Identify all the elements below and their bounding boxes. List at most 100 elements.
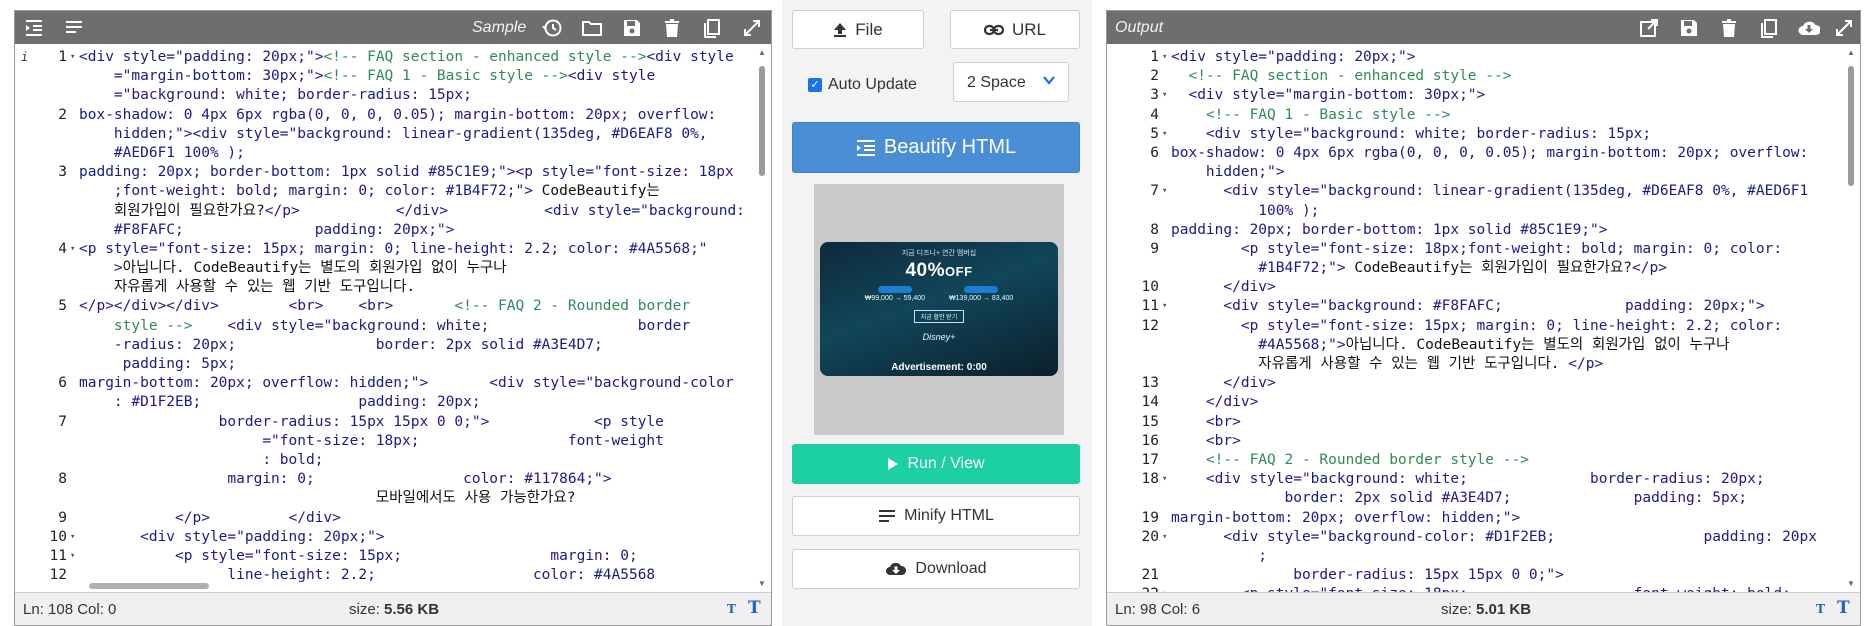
code-line[interactable]: ;font-weight: bold; margin: 0; color: #1…: [15, 182, 753, 201]
auto-update-checkbox[interactable]: ✓ Auto Update: [808, 76, 917, 94]
code-line[interactable]: 14 </div>: [1107, 393, 1842, 412]
wrap-lines-icon[interactable]: [63, 17, 85, 39]
code-line[interactable]: 3 ▾ <div style="margin-bottom: 30px;">: [1107, 86, 1842, 105]
fold-arrow-icon[interactable]: ▾: [1162, 528, 1167, 547]
output-code-editor[interactable]: 1 ▾ <div style="padding: 20px;"> 2 <!-- FAQ…: [1107, 44, 1860, 592]
code-line[interactable]: >아닙니다. CodeBeautify는 별도의 회원가입 없이 누구나: [15, 259, 753, 278]
font-decrease-icon[interactable]: T: [727, 602, 736, 616]
ad-cta-button[interactable]: 지금 할인 받기: [913, 310, 965, 323]
scroll-down-icon[interactable]: ▼: [758, 579, 766, 588]
fold-arrow-icon[interactable]: ▾: [1162, 182, 1167, 201]
code-line[interactable]: 12 <p style="font-size: 15px; margin: 0;…: [1107, 317, 1842, 336]
code-line[interactable]: 2 box-shadow: 0 4px 6px rgba(0, 0, 0, 0.0…: [15, 106, 753, 125]
fold-arrow-icon[interactable]: ▾: [1162, 585, 1167, 592]
fold-arrow-icon[interactable]: ▾: [70, 547, 75, 566]
trash-icon[interactable]: [1718, 17, 1740, 39]
code-line[interactable]: ="font-size: 18px; font-weight: [15, 432, 753, 451]
scroll-up-icon[interactable]: ▲: [1847, 48, 1855, 57]
history-icon[interactable]: [541, 17, 563, 39]
save-icon[interactable]: [1678, 17, 1700, 39]
code-line[interactable]: 10 ▾ <div style="padding: 20px;">: [15, 528, 753, 547]
copy-icon[interactable]: [1758, 17, 1780, 39]
font-increase-icon[interactable]: T: [1837, 598, 1850, 618]
code-line[interactable]: #AED6F1 100% );: [15, 144, 753, 163]
code-line[interactable]: 회원가입이 필요한가요?</p> </div> <div style="back…: [15, 202, 753, 221]
code-line[interactable]: style --> <div style="background: white;…: [15, 317, 753, 336]
code-line[interactable]: 2 <!-- FAQ section - enhanced style -->: [1107, 67, 1842, 86]
fold-arrow-icon[interactable]: ▾: [70, 48, 75, 67]
code-line[interactable]: #F8FAFC; padding: 20px;">: [15, 221, 753, 240]
fold-arrow-icon[interactable]: ▾: [1162, 470, 1167, 489]
code-line[interactable]: 7 ▾ <div style="background: linear-gradie…: [1107, 182, 1842, 201]
code-line[interactable]: 100% );: [1107, 202, 1842, 221]
file-button[interactable]: File: [792, 10, 924, 49]
input-code-editor[interactable]: i 1 ▾ <div style="padding: 20px;"><!-- FAQ …: [15, 44, 771, 592]
beautify-button[interactable]: Beautify HTML: [792, 122, 1080, 173]
fold-arrow-icon[interactable]: ▾: [70, 240, 75, 259]
code-line[interactable]: 8 padding: 20px; border-bottom: 1px solid…: [1107, 221, 1842, 240]
code-line[interactable]: ;: [1107, 547, 1842, 566]
vertical-scrollbar[interactable]: ▲ ▼: [1846, 48, 1856, 588]
code-line[interactable]: 5 ▾ <div style="background: white; border…: [1107, 125, 1842, 144]
horizontal-scrollbar[interactable]: [79, 580, 753, 590]
code-line[interactable]: 11 ▾ <p style="font-size: 15px; margin: 0…: [15, 547, 753, 566]
font-increase-icon[interactable]: T: [748, 598, 761, 618]
indent-select[interactable]: 2 Space: [953, 62, 1069, 102]
code-line[interactable]: 6 margin-bottom: 20px; overflow: hidden;"…: [15, 374, 753, 393]
code-line[interactable]: #1B4F72;"> CodeBeautify는 회원가입이 필요한가요?</p…: [1107, 259, 1842, 278]
code-line[interactable]: border: 2px solid #A3E4D7; padding: 5px;: [1107, 489, 1842, 508]
code-line[interactable]: 18 ▾ <div style="background: white; borde…: [1107, 470, 1842, 489]
cloud-download-icon[interactable]: [1798, 17, 1820, 39]
fullscreen-icon[interactable]: [741, 17, 763, 39]
code-line[interactable]: i 1 ▾ <div style="padding: 20px;"><!-- FAQ …: [15, 48, 753, 67]
advertisement[interactable]: 지금 디즈니+ 연간 멤버십 40%OFF ₩99,000 → 59,400 ₩…: [814, 184, 1064, 435]
output-code-area[interactable]: 1 ▾ <div style="padding: 20px;"> 2 <!-- FAQ…: [1107, 48, 1842, 592]
code-line[interactable]: : bold;: [15, 451, 753, 470]
code-line[interactable]: 17 <!-- FAQ 2 - Rounded border style -->: [1107, 451, 1842, 470]
checkmark-icon[interactable]: ✓: [808, 78, 822, 92]
code-line[interactable]: : #D1F2EB; padding: 20px;: [15, 393, 753, 412]
code-line[interactable]: 4 <!-- FAQ 1 - Basic style -->: [1107, 106, 1842, 125]
minify-button[interactable]: Minify HTML: [792, 496, 1080, 536]
code-line[interactable]: ="margin-bottom: 30px;"><!-- FAQ 1 - Bas…: [15, 67, 753, 86]
code-line[interactable]: 모바일에서도 사용 가능한가요?: [15, 489, 753, 508]
open-folder-icon[interactable]: [581, 17, 603, 39]
vertical-scrollbar[interactable]: ▲ ▼: [757, 48, 767, 588]
trash-icon[interactable]: [661, 17, 683, 39]
code-line[interactable]: padding: 5px;: [15, 355, 753, 374]
code-line[interactable]: 9 <p style="font-size: 18px;font-weight:…: [1107, 240, 1842, 259]
code-line[interactable]: 3 padding: 20px; border-bottom: 1px solid…: [15, 163, 753, 182]
fold-arrow-icon[interactable]: ▾: [1162, 297, 1167, 316]
code-line[interactable]: 자유롭게 사용할 수 있는 웹 기반 도구입니다.: [15, 278, 753, 297]
fold-arrow-icon[interactable]: ▾: [70, 528, 75, 547]
code-line[interactable]: -radius: 20px; border: 2px solid #A3E4D7…: [15, 336, 753, 355]
code-line[interactable]: 15 <br>: [1107, 413, 1842, 432]
indent-icon[interactable]: [23, 17, 45, 39]
code-line[interactable]: 5 </p></div></div> <br> <br> <!-- FAQ 2 -…: [15, 297, 753, 316]
fold-arrow-icon[interactable]: ▾: [1162, 125, 1167, 144]
code-line[interactable]: 6 box-shadow: 0 4px 6px rgba(0, 0, 0, 0.0…: [1107, 144, 1842, 163]
code-line[interactable]: hidden;"><div style="background: linear-…: [15, 125, 753, 144]
code-line[interactable]: 13 </div>: [1107, 374, 1842, 393]
copy-icon[interactable]: [701, 17, 723, 39]
code-line[interactable]: 20 ▾ <div style="background-color: #D1F2E…: [1107, 528, 1842, 547]
code-line[interactable]: 10 </div>: [1107, 278, 1842, 297]
code-line[interactable]: 9 </p> </div>: [15, 509, 753, 528]
code-line[interactable]: ="background: white; border-radius: 15px…: [15, 86, 753, 105]
input-code-area[interactable]: i 1 ▾ <div style="padding: 20px;"><!-- FAQ …: [15, 48, 753, 592]
fullscreen-icon[interactable]: [1833, 17, 1855, 39]
scrollbar-thumb[interactable]: [759, 66, 765, 176]
scroll-down-icon[interactable]: ▼: [1847, 579, 1855, 588]
code-line[interactable]: 8 margin: 0; color: #117864;">: [15, 470, 753, 489]
scroll-up-icon[interactable]: ▲: [758, 48, 766, 57]
code-line[interactable]: 19 margin-bottom: 20px; overflow: hidden;…: [1107, 509, 1842, 528]
ad-banner[interactable]: 지금 디즈니+ 연간 멤버십 40%OFF ₩99,000 → 59,400 ₩…: [820, 242, 1058, 376]
url-button[interactable]: URL: [950, 10, 1080, 49]
code-line[interactable]: hidden;">: [1107, 163, 1842, 182]
code-line[interactable]: 11 ▾ <div style="background: #F8FAFC; pad…: [1107, 297, 1842, 316]
code-line[interactable]: #4A5568;">아닙니다. CodeBeautify는 별도의 회원가입 없…: [1107, 336, 1842, 355]
download-button[interactable]: Download: [792, 549, 1080, 589]
fold-arrow-icon[interactable]: ▾: [1162, 86, 1167, 105]
code-line[interactable]: 16 <br>: [1107, 432, 1842, 451]
font-decrease-icon[interactable]: T: [1816, 602, 1825, 616]
